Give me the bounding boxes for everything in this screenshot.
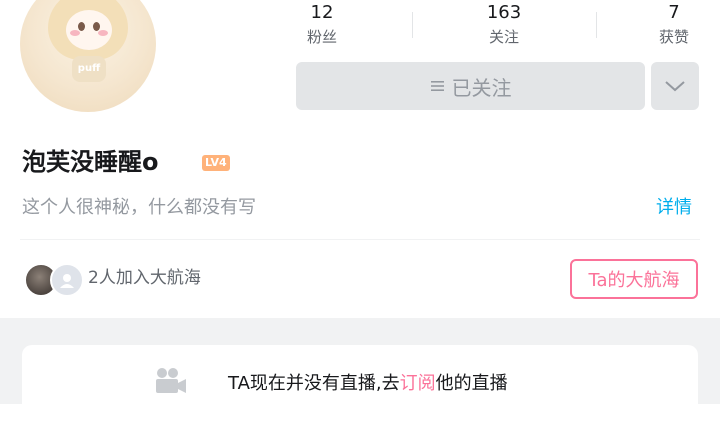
user-bio: 这个人很神秘，什么都没有写 xyxy=(22,197,256,218)
default-avatar-icon xyxy=(60,274,74,288)
username: 泡芙没睡醒o xyxy=(22,148,159,176)
level-badge: LV4 xyxy=(202,155,230,171)
crew-member-avatar xyxy=(50,263,84,297)
subscribe-link[interactable]: 订阅 xyxy=(400,373,436,394)
stat-following[interactable]: 163 关注 xyxy=(444,2,564,47)
stat-divider xyxy=(596,12,597,38)
stat-divider xyxy=(412,12,413,38)
stat-likes-label: 获赞 xyxy=(658,28,689,46)
detail-link[interactable]: 详情 xyxy=(656,196,692,220)
crew-button[interactable]: Ta的大航海 xyxy=(570,259,698,299)
stat-likes-value: 7 xyxy=(668,2,680,23)
more-options-button[interactable] xyxy=(651,62,699,110)
avatar-tag: puff xyxy=(72,56,106,82)
avatar-cheek-left xyxy=(70,30,80,36)
live-status-text: TA现在并没有直播,去订阅他的直播 xyxy=(228,372,508,396)
video-camera-icon xyxy=(156,368,186,393)
followed-button[interactable]: 已关注 xyxy=(296,62,645,110)
live-text-before: TA现在并没有直播,去 xyxy=(228,373,400,394)
divider xyxy=(20,239,700,240)
live-text-after: 他的直播 xyxy=(435,373,508,394)
stat-followers-value: 12 xyxy=(310,2,334,23)
avatar-eye-left xyxy=(78,22,85,31)
avatar-cheek-right xyxy=(98,30,108,36)
stat-followers[interactable]: 12 粉丝 xyxy=(262,2,382,47)
menu-lines-icon xyxy=(430,81,444,91)
chevron-down-icon xyxy=(665,81,685,92)
followed-button-label: 已关注 xyxy=(451,75,512,100)
crew-count-text: 2人加入大航海 xyxy=(88,268,201,288)
stat-following-label: 关注 xyxy=(488,28,519,46)
stat-followers-label: 粉丝 xyxy=(306,28,337,46)
stat-likes[interactable]: 7 获赞 xyxy=(614,2,720,47)
stat-following-value: 163 xyxy=(486,2,522,23)
user-avatar[interactable]: puff xyxy=(20,0,156,112)
